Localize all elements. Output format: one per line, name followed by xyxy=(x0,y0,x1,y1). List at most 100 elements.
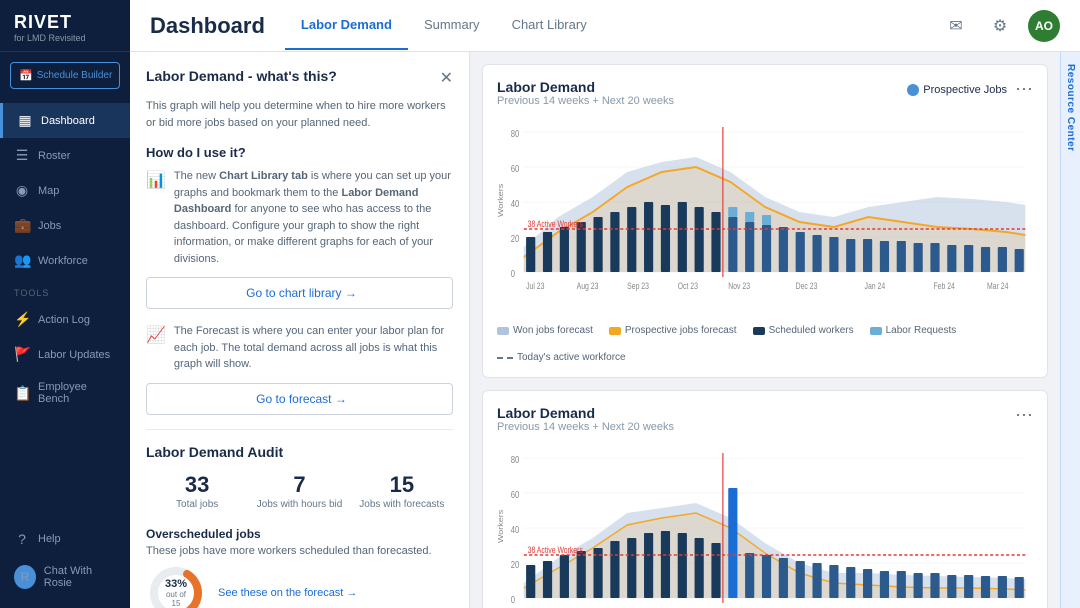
brand-name: RIVET xyxy=(14,12,116,33)
svg-text:Workers: Workers xyxy=(497,510,505,543)
svg-text:Jul 23: Jul 23 xyxy=(526,281,545,291)
jobs-with-hours-stat: 7 Jobs with hours bid xyxy=(248,472,350,511)
sidebar-item-jobs[interactable]: 💼 Jobs xyxy=(0,208,130,243)
overscheduled-pct: 33% xyxy=(161,578,191,590)
chart-2-subtitle: Previous 14 weeks + Next 20 weeks xyxy=(497,421,674,433)
panel-title: Labor Demand - what's this? xyxy=(146,68,337,84)
user-avatar[interactable]: AO xyxy=(1028,10,1060,42)
charts-area: Labor Demand Previous 14 weeks + Next 20… xyxy=(470,52,1060,608)
svg-text:Aug 23: Aug 23 xyxy=(577,281,599,291)
sidebar-item-label: Workforce xyxy=(38,255,88,267)
svg-text:20: 20 xyxy=(511,233,520,244)
jobs-hours-number: 7 xyxy=(248,472,350,498)
sidebar: RIVET for LMD Revisited 📅 Schedule Build… xyxy=(0,0,130,608)
chart-card-2: Labor Demand Previous 14 weeks + Next 20… xyxy=(482,390,1048,608)
dashboard-icon: ▦ xyxy=(17,112,33,129)
legend-scheduled-label: Scheduled workers xyxy=(769,325,854,336)
legend-scheduled-dot xyxy=(753,327,765,335)
jobs-forecasts-number: 15 xyxy=(351,472,453,498)
header-actions: ✉ ⚙ AO xyxy=(940,10,1060,42)
legend-prospective: Prospective jobs forecast xyxy=(609,325,737,336)
chart-2-canvas: 80 60 40 20 0 Workers xyxy=(497,443,1033,608)
sidebar-item-labor-updates[interactable]: 🚩 Labor Updates xyxy=(0,337,130,372)
help-icon: ? xyxy=(14,531,30,547)
roster-icon: ☰ xyxy=(14,147,30,164)
chart-1-title: Labor Demand xyxy=(497,79,674,95)
prospective-label: Prospective Jobs xyxy=(923,84,1007,96)
labor-updates-icon: 🚩 xyxy=(14,346,30,363)
sidebar-item-label: Employee Bench xyxy=(38,381,116,405)
audit-title: Labor Demand Audit xyxy=(146,444,453,460)
svg-text:Mar 24: Mar 24 xyxy=(987,281,1009,291)
sidebar-item-label: Help xyxy=(38,533,61,545)
legend-requests-dot xyxy=(870,327,882,335)
content-area: Labor Demand - what's this? ✕ This graph… xyxy=(130,52,1080,608)
svg-text:38 Active Workers: 38 Active Workers xyxy=(528,219,583,229)
svg-text:Oct 23: Oct 23 xyxy=(678,281,699,291)
resource-center-tab[interactable]: Resource Center xyxy=(1060,52,1080,608)
workforce-icon: 👥 xyxy=(14,252,30,269)
chart-2-title-group: Labor Demand Previous 14 weeks + Next 20… xyxy=(497,405,674,441)
chart-1-more-button[interactable]: ⋯ xyxy=(1015,79,1033,100)
legend-prospective-label: Prospective jobs forecast xyxy=(625,325,737,336)
chart-2-header: Labor Demand Previous 14 weeks + Next 20… xyxy=(497,405,1033,441)
chart-lib-icon: 📊 xyxy=(146,169,166,193)
employee-bench-icon: 📋 xyxy=(14,385,30,402)
svg-text:0: 0 xyxy=(511,268,515,279)
chat-label: Chat With Rosie xyxy=(44,565,116,589)
sidebar-item-roster[interactable]: ☰ Roster xyxy=(0,138,130,173)
tab-summary[interactable]: Summary xyxy=(408,1,496,50)
total-jobs-stat: 33 Total jobs xyxy=(146,472,248,511)
prospective-badge: Prospective Jobs xyxy=(907,84,1007,96)
tools-section-label: TOOLS xyxy=(0,278,130,302)
legend-today-line xyxy=(497,357,513,359)
overscheduled-donut: 33% out of 15 xyxy=(146,563,206,608)
main-nav: ▦ Dashboard ☰ Roster ◉ Map 💼 Jobs 👥 Work… xyxy=(0,99,130,522)
chart-2-more-button[interactable]: ⋯ xyxy=(1015,405,1033,426)
legend-today-label: Today's active workforce xyxy=(517,352,626,363)
action-log-icon: ⚡ xyxy=(14,311,30,328)
settings-button[interactable]: ⚙ xyxy=(984,10,1016,42)
tab-labor-demand[interactable]: Labor Demand xyxy=(285,1,408,50)
header-tabs: Labor Demand Summary Chart Library xyxy=(285,1,603,50)
total-jobs-number: 33 xyxy=(146,472,248,498)
legend-prospective-dot xyxy=(609,327,621,335)
calendar-icon: 📅 xyxy=(19,69,33,82)
chart-2-title: Labor Demand xyxy=(497,405,674,421)
sidebar-item-label: Action Log xyxy=(38,314,90,326)
prospective-dot xyxy=(907,84,919,96)
chat-with-rosie-button[interactable]: R Chat With Rosie xyxy=(0,556,130,598)
chart-1-canvas: 80 60 40 20 0 Workers xyxy=(497,117,1033,317)
svg-text:Nov 23: Nov 23 xyxy=(728,281,750,291)
panel-header: Labor Demand - what's this? ✕ xyxy=(146,68,453,88)
legend-today: Today's active workforce xyxy=(497,352,626,363)
sidebar-item-label: Dashboard xyxy=(41,115,95,127)
go-to-forecast-button[interactable]: Go to forecast → xyxy=(146,383,453,415)
chart-1-title-group: Labor Demand Previous 14 weeks + Next 20… xyxy=(497,79,674,115)
svg-text:Workers: Workers xyxy=(497,184,505,217)
panel-description: This graph will help you determine when … xyxy=(146,98,453,131)
tab-chart-library[interactable]: Chart Library xyxy=(496,1,603,50)
see-overscheduled-link[interactable]: See these on the forecast → xyxy=(218,587,357,599)
sidebar-item-employee-bench[interactable]: 📋 Employee Bench xyxy=(0,372,130,414)
overscheduled-block: Overscheduled jobs These jobs have more … xyxy=(146,527,453,608)
rosie-avatar: R xyxy=(14,565,36,589)
svg-text:38 Active Workers: 38 Active Workers xyxy=(528,545,583,555)
svg-text:80: 80 xyxy=(511,454,520,465)
brand-sub: for LMD Revisited xyxy=(14,33,116,43)
sidebar-item-label: Jobs xyxy=(38,220,61,232)
audit-stats: 33 Total jobs 7 Jobs with hours bid 15 J… xyxy=(146,472,453,511)
legend-requests-label: Labor Requests xyxy=(886,325,957,336)
go-to-chart-library-button[interactable]: Go to chart library → xyxy=(146,277,453,309)
svg-text:Feb 24: Feb 24 xyxy=(933,281,955,291)
sidebar-item-help[interactable]: ? Help xyxy=(0,522,130,556)
sidebar-item-dashboard[interactable]: ▦ Dashboard xyxy=(0,103,130,138)
sidebar-item-map[interactable]: ◉ Map xyxy=(0,173,130,208)
sidebar-item-action-log[interactable]: ⚡ Action Log xyxy=(0,302,130,337)
sidebar-item-workforce[interactable]: 👥 Workforce xyxy=(0,243,130,278)
close-panel-button[interactable]: ✕ xyxy=(440,68,453,88)
schedule-builder-button[interactable]: 📅 Schedule Builder xyxy=(10,62,120,89)
main-content: Dashboard Labor Demand Summary Chart Lib… xyxy=(130,0,1080,608)
svg-text:80: 80 xyxy=(511,128,520,139)
notifications-button[interactable]: ✉ xyxy=(940,10,972,42)
